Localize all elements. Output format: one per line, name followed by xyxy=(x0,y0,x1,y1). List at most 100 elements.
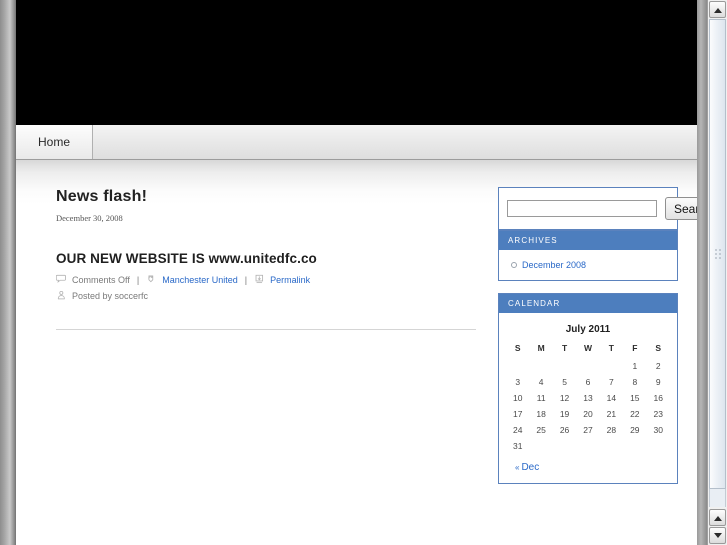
calendar-empty-cell xyxy=(576,438,599,454)
calendar-day-cell: 17 xyxy=(512,409,523,419)
post-date: December 30, 2008 xyxy=(56,213,123,223)
post-meta-row-author: Posted by soccerfc xyxy=(56,290,476,301)
meta-separator-1: | xyxy=(136,274,140,285)
calendar-widget-body: July 2011 SMTWTFS 1 2 3 4 5 6 7 8 9 10 11 12 13 14 15 1… xyxy=(499,313,677,483)
calendar-weekday-1: M xyxy=(537,343,545,353)
chevron-up-icon xyxy=(713,515,722,521)
search-button[interactable]: Search xyxy=(665,197,697,220)
scroll-down-button-secondary[interactable] xyxy=(709,527,726,544)
calendar-weekday-3: W xyxy=(583,343,592,353)
calendar-prev-month-link[interactable]: «Dec xyxy=(515,462,539,473)
list-item[interactable]: December 2008 xyxy=(508,258,668,272)
comments-status: Comments Off xyxy=(72,274,130,285)
content-area: News flash! December 30, 2008 OUR NEW WE… xyxy=(16,160,697,545)
left-gutter xyxy=(0,0,16,545)
calendar-empty-cell xyxy=(506,358,529,374)
calendar-empty-cell xyxy=(553,438,576,454)
calendar-prev-chevron-icon: « xyxy=(515,463,520,472)
post-meta-row-primary: Comments Off | Manchester United | Perma… xyxy=(55,274,476,285)
calendar-day-cell: 3 xyxy=(515,377,521,387)
calendar-widget-title: CALENDAR xyxy=(499,294,677,313)
calendar-week-row: 17 18 19 20 21 22 23 xyxy=(506,406,670,422)
calendar-day-cell: 29 xyxy=(630,425,640,435)
calendar-day-cell: 30 xyxy=(653,425,663,435)
primary-navigation: Home xyxy=(16,125,697,160)
calendar-empty-cell xyxy=(600,358,623,374)
scrollbar-thumb[interactable] xyxy=(709,19,726,489)
calendar-day-cell: 21 xyxy=(606,409,617,419)
calendar-day-cell: 26 xyxy=(559,425,570,435)
calendar-day-cell: 31 xyxy=(512,441,523,451)
calendar-day-cell: 13 xyxy=(583,393,593,403)
calendar-empty-cell xyxy=(553,358,576,374)
calendar-day-cell: 24 xyxy=(512,425,523,435)
chevron-up-icon xyxy=(713,7,722,13)
post-permalink-link[interactable]: Permalink xyxy=(270,275,310,285)
bullet-icon xyxy=(511,262,517,268)
calendar-empty-cell xyxy=(623,438,646,454)
right-gutter xyxy=(697,0,707,545)
calendar-day-cell: 22 xyxy=(630,409,640,419)
calendar-day-cell: 25 xyxy=(536,425,546,435)
scroll-up-button[interactable] xyxy=(709,1,726,18)
search-input[interactable] xyxy=(507,200,657,217)
calendar-empty-cell xyxy=(600,438,623,454)
permalink-download-icon xyxy=(254,274,265,285)
sidebar: Search ARCHIVES December 2008 C xyxy=(498,160,697,496)
calendar-day-cell: 16 xyxy=(653,393,663,403)
calendar-weekday-row: SMTWTFS xyxy=(506,341,670,358)
calendar-caption: July 2011 xyxy=(565,324,611,335)
calendar-day-cell: 18 xyxy=(536,409,546,419)
calendar-day-cell: 23 xyxy=(653,409,663,419)
archives-widget-body: December 2008 xyxy=(499,250,677,280)
vertical-scrollbar[interactable] xyxy=(707,0,727,545)
browser-viewport: Home News flash! December 30, 2008 OUR N… xyxy=(0,0,727,545)
page-body: Home News flash! December 30, 2008 OUR N… xyxy=(16,0,697,545)
calendar-day-cell: 4 xyxy=(538,377,544,387)
calendar-day-cell: 15 xyxy=(630,393,640,403)
archives-widget: ARCHIVES December 2008 xyxy=(498,230,678,281)
calendar-day-cell: 7 xyxy=(609,377,614,387)
calendar-day-cell: 11 xyxy=(536,393,546,403)
calendar-week-row: 31 xyxy=(506,438,670,454)
calendar-table: July 2011 SMTWTFS 1 2 3 4 5 6 7 8 9 10 11 12 13 14 15 1… xyxy=(506,319,670,454)
calendar-weekday-6: S xyxy=(655,343,662,353)
comment-bubble-icon xyxy=(55,274,67,285)
site-banner xyxy=(16,0,697,125)
calendar-week-row: 12 xyxy=(506,358,670,374)
chevron-down-icon xyxy=(713,532,722,538)
calendar-week-row: 3 4 5 6 7 8 9 xyxy=(506,374,670,390)
calendar-day-cell: 5 xyxy=(562,377,567,387)
calendar-day-cell: 1 xyxy=(632,361,638,371)
calendar-empty-cell xyxy=(529,438,552,454)
calendar-day-cell: 8 xyxy=(632,377,638,387)
calendar-prev-month-label: Dec xyxy=(521,462,540,473)
post-category-link[interactable]: Manchester United xyxy=(162,275,238,285)
calendar-weekday-0: S xyxy=(514,343,521,353)
calendar-empty-cell xyxy=(647,438,670,454)
calendar-week-row: 24 25 26 27 28 29 30 xyxy=(506,422,670,438)
calendar-day-cell: 27 xyxy=(583,425,593,435)
calendar-weekday-5: F xyxy=(632,343,638,353)
post-body-heading: OUR NEW WEBSITE IS www.unitedfc.co xyxy=(56,251,317,266)
post-author: Posted by soccerfc xyxy=(72,290,149,301)
author-person-icon xyxy=(56,290,67,301)
archives-widget-title: ARCHIVES xyxy=(499,231,677,250)
calendar-day-cell: 19 xyxy=(559,409,570,419)
calendar-day-grid: 1 2 3 4 5 6 7 8 9 10 11 12 13 14 15 16 17 18 19 20 21 22 23 24 2… xyxy=(506,358,670,454)
calendar-day-cell: 6 xyxy=(585,377,591,387)
scroll-down-button[interactable] xyxy=(709,509,726,526)
calendar-weekday-4: T xyxy=(608,343,614,353)
nav-tab-home[interactable]: Home xyxy=(16,125,94,159)
post-title: News flash! xyxy=(56,188,148,205)
nav-tab-home-label: Home xyxy=(38,135,71,149)
main-column: News flash! December 30, 2008 OUR NEW WE… xyxy=(55,160,476,330)
archive-link[interactable]: December 2008 xyxy=(522,260,586,270)
calendar-day-cell: 9 xyxy=(655,377,661,387)
calendar-day-cell: 14 xyxy=(606,393,617,403)
calendar-day-cell: 2 xyxy=(655,361,661,371)
calendar-empty-cell xyxy=(576,358,599,374)
calendar-week-row: 10 11 12 13 14 15 16 xyxy=(506,390,670,406)
calendar-nav: «Dec xyxy=(506,462,670,473)
calendar-day-cell: 28 xyxy=(606,425,617,435)
